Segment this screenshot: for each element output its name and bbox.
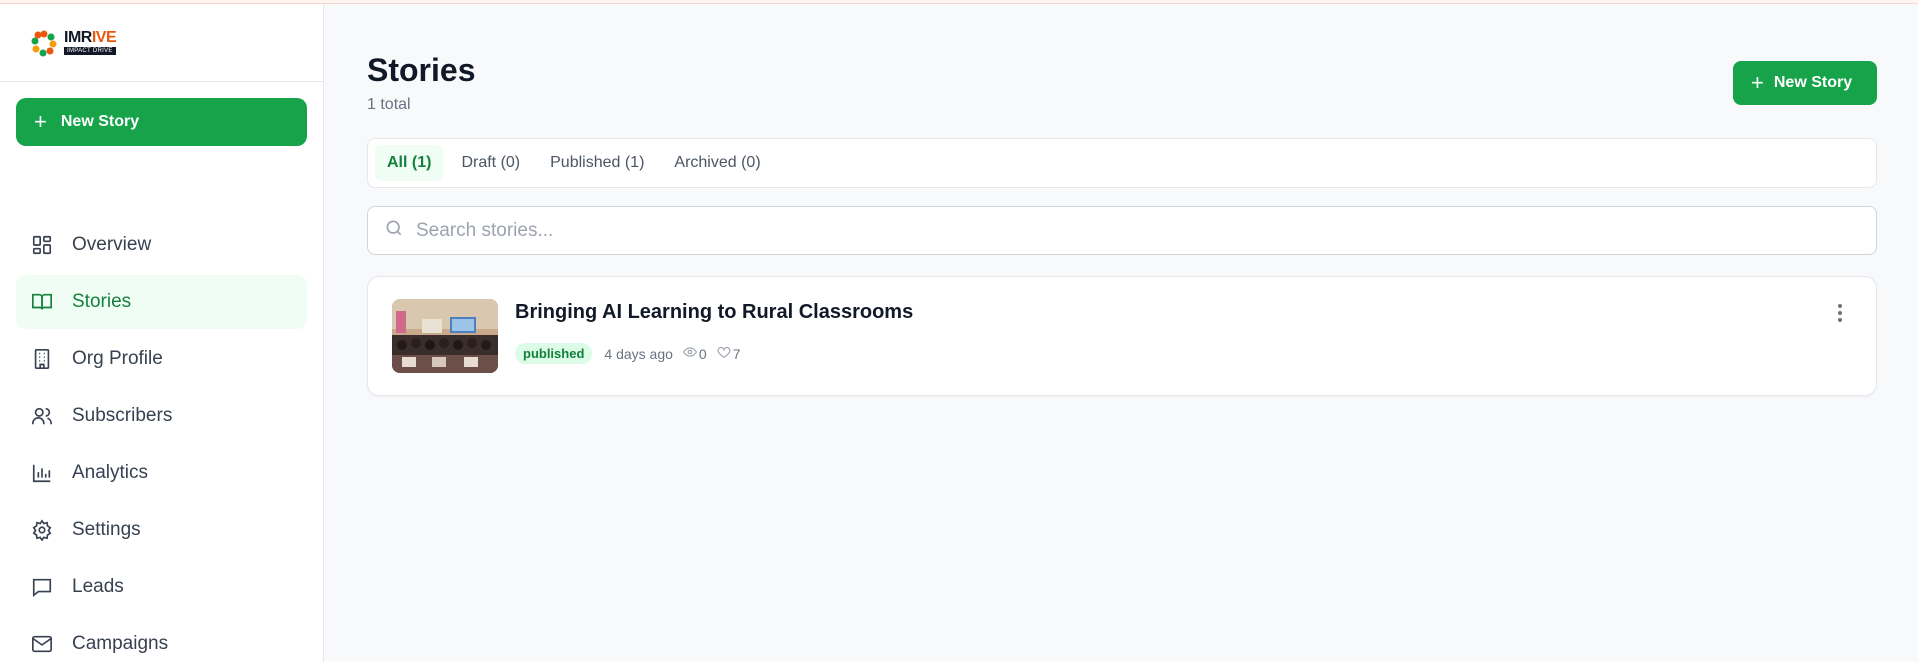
views-stat: 0: [682, 345, 707, 362]
new-story-button[interactable]: + New Story: [1733, 61, 1877, 105]
sidebar-item-analytics[interactable]: Analytics: [16, 446, 307, 500]
story-card[interactable]: Bringing AI Learning to Rural Classrooms…: [367, 276, 1877, 396]
sidebar-item-label: Subscribers: [72, 405, 173, 426]
status-tabs: All (1) Draft (0) Published (1) Archived…: [367, 138, 1877, 188]
sidebar-item-label: Campaigns: [72, 633, 169, 654]
new-story-label: New Story: [1773, 74, 1853, 91]
sidebar-item-label: Org Profile: [72, 348, 163, 369]
search-box: [367, 206, 1877, 255]
sidebar-new-story-label: New Story: [60, 113, 140, 130]
story-time: 4 days ago: [604, 345, 673, 362]
brand-tagline: IMPACT DRIVE: [64, 47, 117, 55]
brand-name: IMRIVE: [64, 29, 117, 46]
more-vertical-icon: [1837, 303, 1843, 328]
users-icon: [30, 404, 54, 428]
story-thumbnail: [392, 299, 498, 373]
sidebar-item-campaigns[interactable]: Campaigns: [16, 617, 307, 662]
tab-all[interactable]: All (1): [375, 145, 444, 181]
sidebar-item-label: Analytics: [72, 462, 149, 483]
sidebar-item-label: Leads: [72, 576, 124, 597]
mail-icon: [30, 632, 54, 656]
gear-icon: [30, 518, 54, 542]
sidebar-item-label: Settings: [72, 519, 141, 540]
sidebar: IMRIVE IMPACT DRIVE + New Story Overview…: [0, 4, 324, 662]
views-count: 0: [698, 345, 707, 362]
sidebar-item-org-profile[interactable]: Org Profile: [16, 332, 307, 386]
plus-icon: +: [34, 109, 47, 134]
story-count: 1 total: [367, 96, 411, 113]
likes-stat: 7: [717, 345, 741, 362]
sidebar-item-label: Overview: [72, 234, 152, 255]
eye-icon: [682, 345, 699, 362]
heart-icon: [717, 345, 733, 362]
building-icon: [30, 347, 54, 371]
search-icon: [384, 218, 404, 243]
tab-archived[interactable]: Archived (0): [662, 145, 772, 181]
logo-mark-icon: [31, 30, 57, 56]
tab-draft[interactable]: Draft (0): [449, 145, 532, 181]
story-title[interactable]: Bringing AI Learning to Rural Classrooms: [515, 301, 913, 324]
plus-icon: +: [1751, 70, 1764, 95]
sidebar-new-story-button[interactable]: + New Story: [16, 98, 307, 146]
sidebar-item-settings[interactable]: Settings: [16, 503, 307, 557]
search-input[interactable]: [416, 219, 1816, 242]
status-badge: published: [515, 343, 593, 364]
tab-published[interactable]: Published (1): [538, 145, 656, 181]
sidebar-item-overview[interactable]: Overview: [16, 218, 307, 272]
more-options-button[interactable]: [1828, 301, 1852, 329]
sidebar-item-stories[interactable]: Stories: [16, 275, 307, 329]
book-open-icon: [30, 290, 54, 314]
bar-chart-icon: [30, 461, 54, 485]
sidebar-item-leads[interactable]: Leads: [16, 560, 307, 614]
sidebar-item-subscribers[interactable]: Subscribers: [16, 389, 307, 443]
likes-count: 7: [732, 345, 741, 362]
message-icon: [30, 575, 54, 599]
story-meta: published 4 days ago 0 7: [515, 343, 740, 364]
sidebar-item-label: Stories: [72, 291, 132, 312]
page-title: Stories: [367, 52, 476, 88]
layout-icon: [30, 233, 54, 257]
sidebar-nav: Overview Stories Org Profile Subscribers…: [16, 218, 307, 662]
logo[interactable]: IMRIVE IMPACT DRIVE: [0, 4, 323, 82]
